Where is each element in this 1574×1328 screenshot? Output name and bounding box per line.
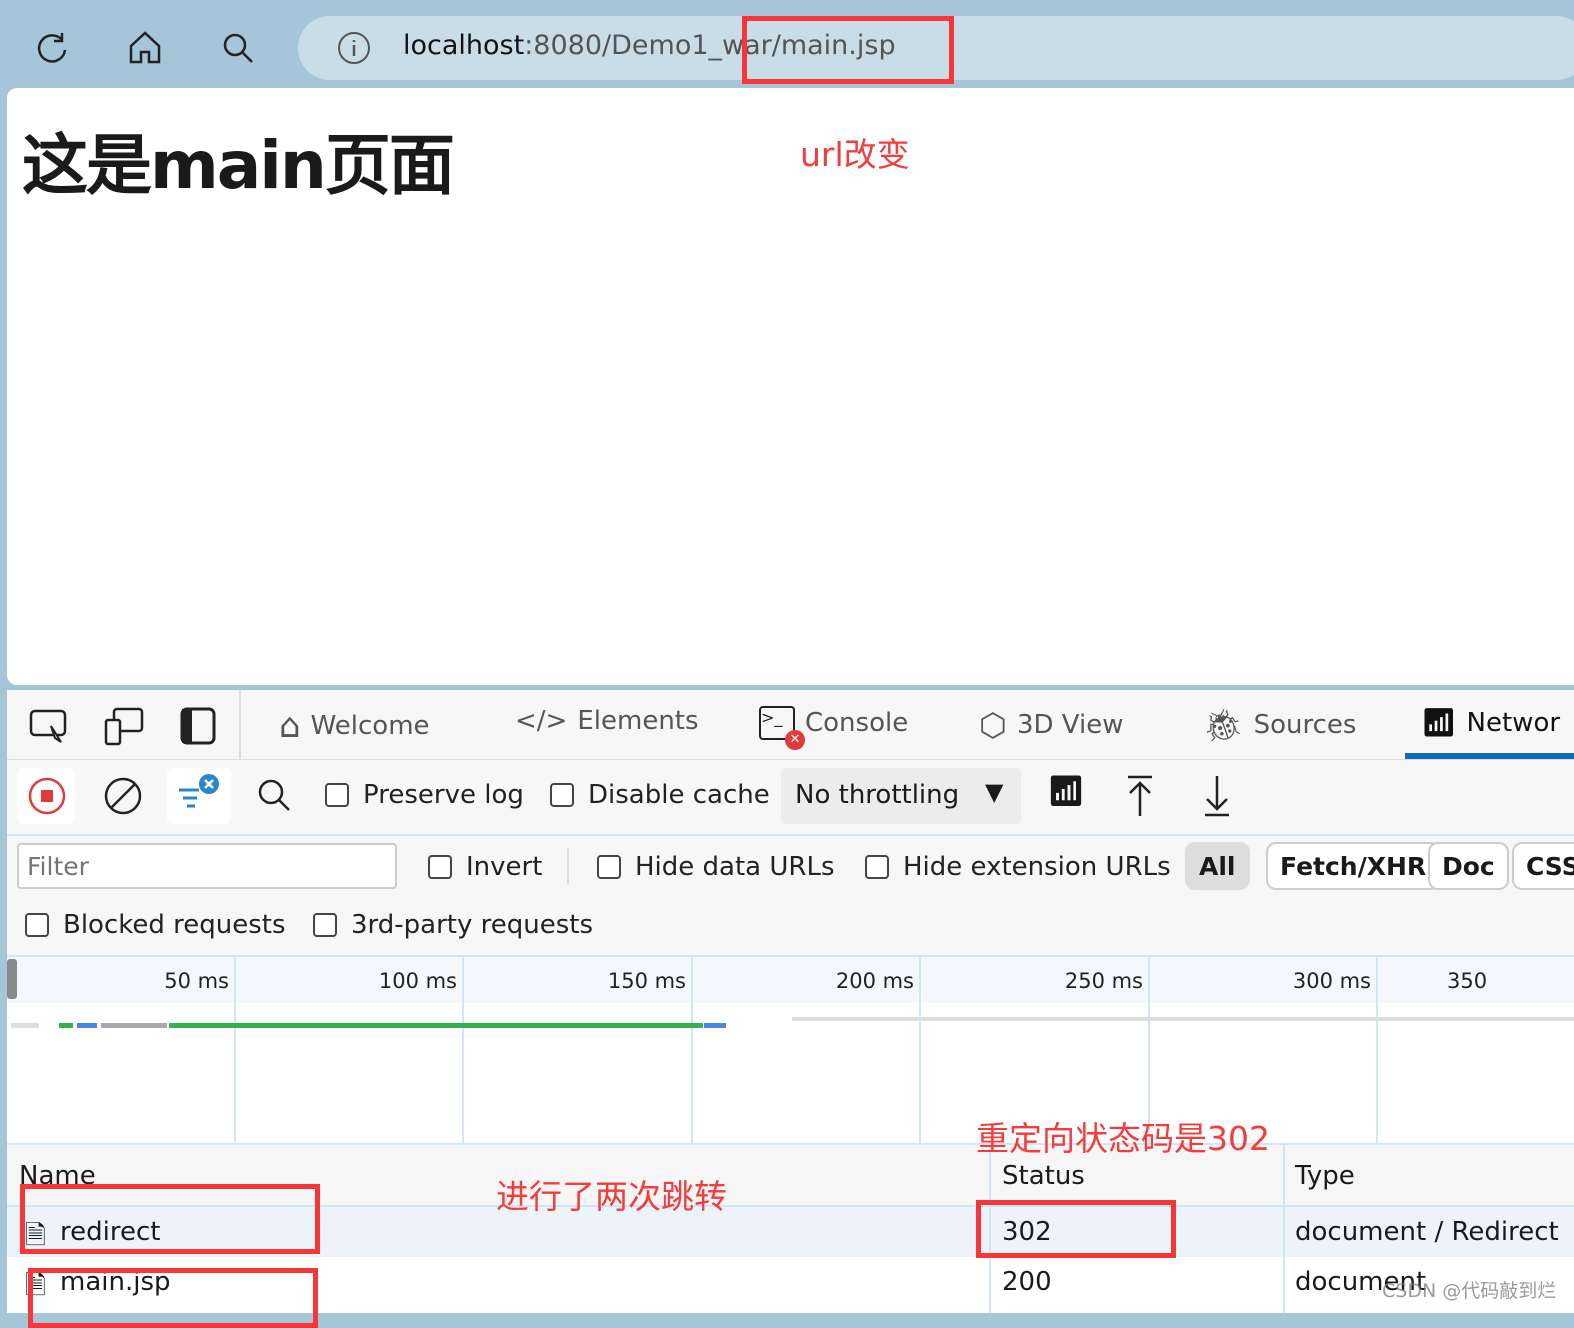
device-emulation-icon[interactable] bbox=[104, 706, 144, 746]
annotation-box-url bbox=[742, 16, 954, 84]
annotation-box-302 bbox=[976, 1200, 1176, 1258]
filter-chip-fetch-xhr[interactable]: Fetch/XHR bbox=[1266, 842, 1441, 890]
hide-extension-urls-checkbox[interactable]: Hide extension URLs bbox=[865, 852, 1171, 882]
preserve-log-checkbox[interactable]: Preserve log bbox=[325, 780, 524, 810]
search-icon[interactable] bbox=[255, 776, 295, 816]
timeline-tick: 100 ms bbox=[378, 969, 457, 993]
checkbox[interactable] bbox=[550, 783, 574, 807]
timeline-tick: 350 bbox=[1447, 969, 1488, 993]
network-toolbar: Preserve log Disable cache No throttling… bbox=[7, 762, 1574, 836]
search-icon[interactable] bbox=[218, 28, 258, 68]
column-type[interactable]: Type bbox=[1295, 1161, 1355, 1191]
refresh-icon[interactable] bbox=[32, 28, 72, 68]
tab-elements[interactable]: </> Elements bbox=[515, 706, 699, 736]
devtools-tab-bar: ⌂ Welcome </> Elements >_ ✕ Console ⬡ 3D View… bbox=[7, 690, 1574, 760]
timeline-tick: 250 ms bbox=[1064, 969, 1143, 993]
annotation-status-302: 重定向状态码是302 bbox=[976, 1119, 1270, 1158]
record-button[interactable] bbox=[17, 768, 75, 824]
third-party-requests-checkbox[interactable]: 3rd-party requests bbox=[313, 910, 593, 940]
watermark: CSDN @代码敲到烂 bbox=[1382, 1280, 1557, 1302]
timeline-bar-wait bbox=[101, 1023, 167, 1028]
timeline-tick: 150 ms bbox=[607, 969, 686, 993]
dock-side-icon[interactable] bbox=[180, 706, 216, 746]
page-heading: 这是main页面 bbox=[22, 127, 455, 204]
timeline-bar-second bbox=[792, 1017, 1574, 1021]
upload-icon[interactable] bbox=[1125, 774, 1155, 818]
cube-icon: ⬡ bbox=[979, 706, 1007, 744]
annotation-two-redirects: 进行了两次跳转 bbox=[496, 1177, 727, 1216]
disable-cache-checkbox[interactable]: Disable cache bbox=[550, 780, 770, 810]
annotation-url-changed: url改变 bbox=[800, 135, 910, 174]
filter-toggle-button[interactable] bbox=[167, 768, 231, 824]
invert-checkbox[interactable]: Invert bbox=[428, 852, 542, 882]
timeline-tick: 50 ms bbox=[164, 969, 229, 993]
divider bbox=[239, 690, 241, 760]
filter-chip-all[interactable]: All bbox=[1185, 842, 1250, 890]
timeline-bar-green bbox=[59, 1023, 73, 1028]
active-tab-indicator bbox=[1405, 753, 1574, 759]
tab-3d-view[interactable]: ⬡ 3D View bbox=[979, 706, 1123, 744]
code-icon: </> bbox=[515, 706, 568, 736]
record-stop-icon bbox=[28, 777, 66, 815]
clear-icon[interactable] bbox=[103, 776, 143, 816]
column-status[interactable]: Status bbox=[1002, 1161, 1085, 1191]
throttling-select[interactable]: No throttling ▼ bbox=[781, 768, 1021, 824]
download-icon[interactable] bbox=[1202, 774, 1232, 818]
tab-welcome[interactable]: ⌂ Welcome bbox=[279, 706, 430, 746]
filter-chip-css[interactable]: CSS bbox=[1512, 842, 1574, 890]
annotation-box-redirect bbox=[20, 1184, 320, 1254]
hide-data-urls-checkbox[interactable]: Hide data URLs bbox=[597, 852, 835, 882]
tab-console[interactable]: >_ ✕ Console bbox=[759, 706, 908, 750]
filter-chip-doc[interactable]: Doc bbox=[1428, 842, 1509, 890]
home-icon[interactable] bbox=[125, 28, 165, 68]
annotation-box-main bbox=[28, 1268, 318, 1328]
tab-sources[interactable]: 🐞︎ Sources bbox=[1203, 706, 1356, 744]
timeline-tick: 200 ms bbox=[835, 969, 914, 993]
tab-network[interactable]: 📶︎ Networ bbox=[1421, 706, 1560, 739]
filter-icon bbox=[179, 774, 219, 808]
blocked-requests-checkbox[interactable]: Blocked requests bbox=[25, 910, 286, 940]
divider bbox=[567, 848, 569, 884]
error-badge-icon: ✕ bbox=[785, 730, 805, 750]
home-icon: ⌂ bbox=[279, 706, 301, 746]
bug-icon: 🐞︎ bbox=[1203, 706, 1244, 744]
timeline-bar-blue bbox=[704, 1023, 726, 1028]
info-icon[interactable] bbox=[334, 28, 374, 68]
timeline-bar-blue bbox=[77, 1023, 97, 1028]
timeline-bar-queue bbox=[11, 1023, 39, 1028]
timeline-tick: 300 ms bbox=[1292, 969, 1371, 993]
checkbox[interactable] bbox=[325, 783, 349, 807]
inspect-icon[interactable] bbox=[29, 708, 69, 744]
timeline-drag-handle[interactable] bbox=[7, 959, 17, 999]
wifi-icon: 📶︎ bbox=[1421, 706, 1457, 739]
filter-input[interactable] bbox=[17, 843, 397, 889]
timeline-overview[interactable]: 50 ms 100 ms 150 ms 200 ms 250 ms 300 ms… bbox=[7, 955, 1574, 1145]
console-icon: >_ ✕ bbox=[759, 706, 805, 750]
timeline-bar-download bbox=[169, 1023, 703, 1028]
network-conditions-icon[interactable]: 📶︎ bbox=[1047, 774, 1085, 809]
chevron-down-icon: ▼ bbox=[985, 778, 1004, 806]
